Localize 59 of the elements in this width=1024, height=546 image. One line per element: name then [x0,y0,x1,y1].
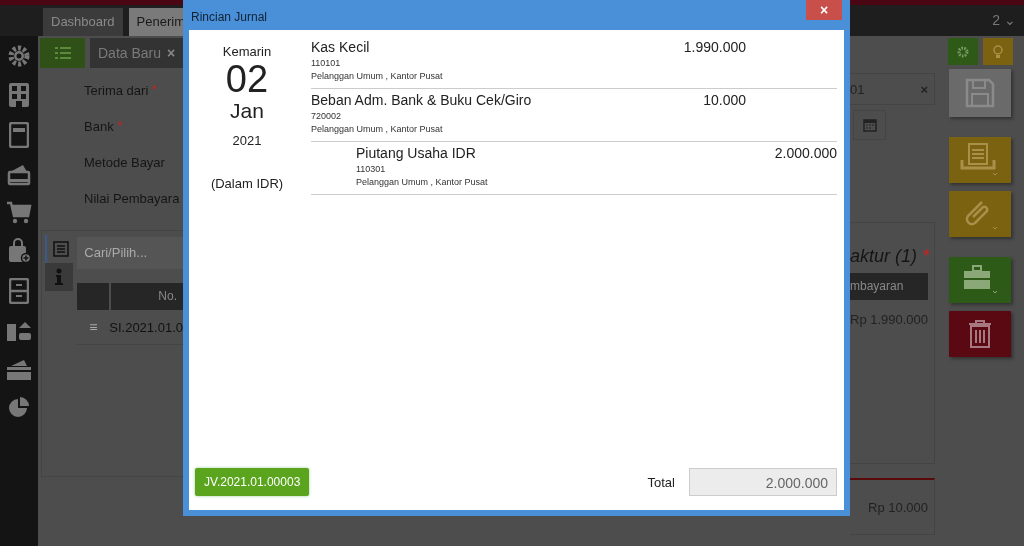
drag-handle[interactable]: ≡ [77,319,110,335]
field-label: Bank [84,118,114,134]
total-label: Total [647,474,675,490]
account-detail: Pelanggan Umum , Kantor Pusat [311,124,444,134]
dialog-title: Rincian Jurnal [190,9,268,24]
required-mark: * [923,245,931,267]
bulb-icon [993,44,1003,59]
currency-note: (Dalam IDR) [210,176,284,191]
account-name: Piutang Usaha IDR [356,145,477,161]
date-month: Jan [230,99,264,123]
printer-icon [959,142,1000,178]
list-icon [54,46,71,60]
account-code: 110301 [356,164,387,174]
field-label: Terima dari [84,82,149,98]
account-code: 110101 [311,58,342,68]
debit-amount: 1.990.000 [683,39,746,55]
account-code: 720002 [311,111,343,121]
search-field[interactable]: Cari/Pilih... [77,237,183,269]
date-day: 02 [225,59,269,99]
calendar-icon [862,118,877,132]
gear-icon[interactable] [7,44,31,68]
delete-button[interactable] [948,311,1011,357]
building-icon[interactable] [8,82,30,108]
journal-number-button[interactable]: JV.2021.01.00003 [195,468,310,496]
window-count[interactable]: 2 ⌄ [992,12,1024,36]
data-tab[interactable]: Data Baru × [90,38,183,68]
column-header: mbayaran [850,273,928,300]
pie-chart-icon[interactable] [8,396,30,418]
wallet-icon[interactable] [7,162,31,186]
info-icon [54,268,64,286]
invoice-heading: aktur (1) [850,245,918,267]
relative-date: Kemarin [222,44,272,59]
date-year: 2021 [232,133,262,148]
briefcase-button[interactable] [948,257,1011,303]
field-label: Metode Bayar [84,154,165,170]
gear-icon [957,45,969,58]
account-name: Kas Kecil [311,39,371,55]
close-button[interactable]: × [806,0,842,20]
account-detail: Pelanggan Umum , Kantor Pusat [311,71,444,81]
column-header: No. [157,288,178,305]
trash-icon [967,320,992,348]
debit-amount: 10.000 [703,92,746,108]
settings-button[interactable] [948,38,978,65]
credit-amount: 2.000.000 [774,145,837,161]
required-mark: * [152,83,157,97]
document-icon [53,241,69,257]
book-icon[interactable] [9,122,29,148]
account-name: Beban Adm. Bank & Buku Cek/Giro [311,92,533,108]
account-detail: Pelanggan Umum , Kantor Pusat [356,177,489,187]
bag-icon[interactable] [7,238,31,264]
total-field: 2.000.000 [689,468,837,496]
cart-icon[interactable] [6,200,32,224]
table-cell: SI.2021.01.0 [109,319,183,335]
field-label: Nilai Pembayara [84,190,180,206]
tax-icon[interactable] [6,358,32,382]
list-button[interactable] [40,38,85,68]
required-mark: * [117,119,123,133]
cabinet-icon[interactable] [9,278,29,304]
page-tab[interactable]: Dashboard [43,8,123,36]
